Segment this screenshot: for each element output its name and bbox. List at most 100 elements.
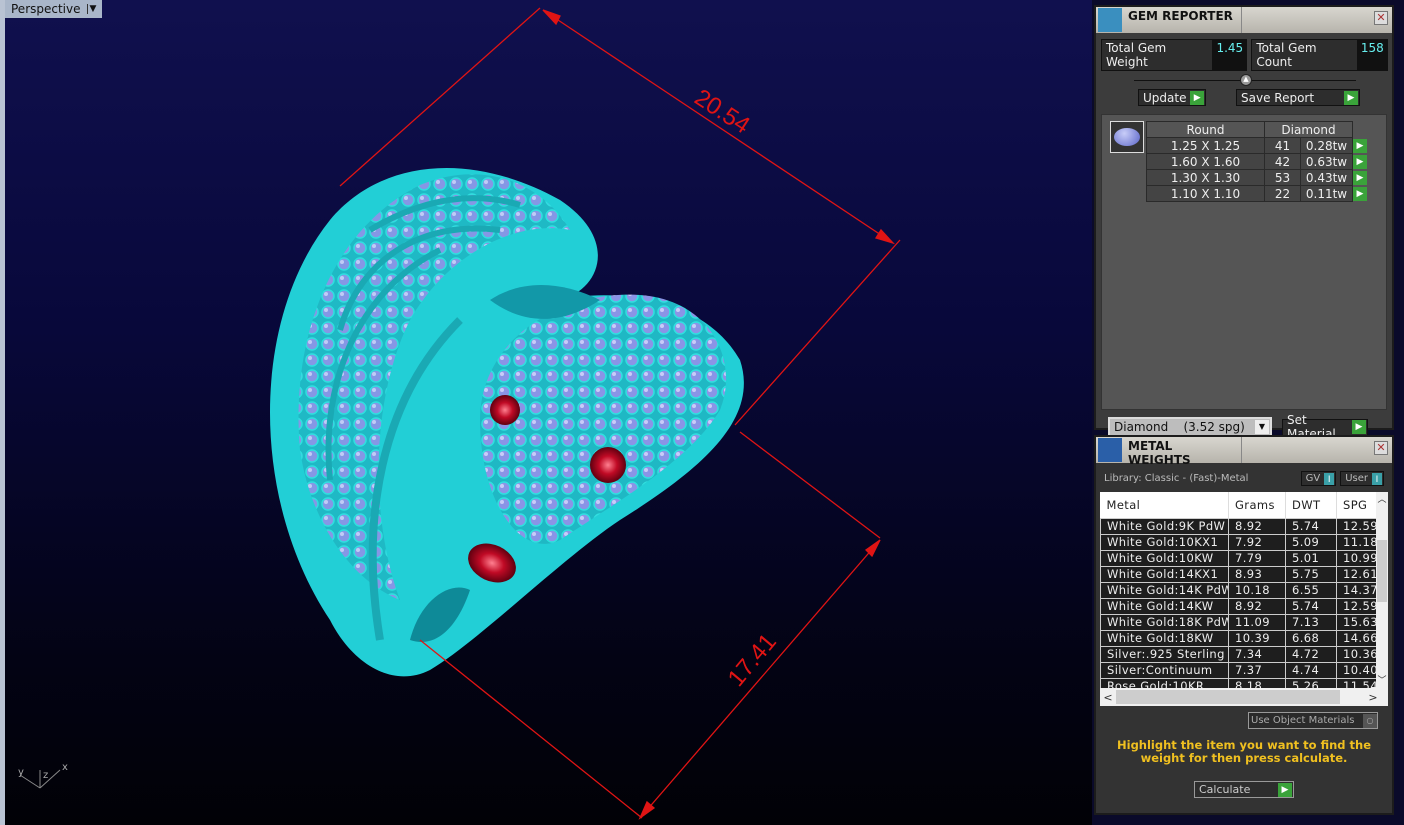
library-label: Library: Classic - (Fast)-Metal [1104, 473, 1249, 484]
play-icon: ▶ [1352, 420, 1366, 434]
dimension-label-width: 20.54 [690, 84, 755, 139]
grams: 8.92 [1228, 517, 1286, 535]
gv-toggle[interactable]: GV I [1300, 471, 1337, 486]
spg: 12.61 [1336, 565, 1377, 583]
metal-name: White Gold:10KX1 [1100, 533, 1229, 551]
extension-line [419, 639, 643, 819]
label: User [1345, 473, 1368, 484]
axis-y-label: y [18, 767, 24, 778]
size: 1.30 X 1.30 [1146, 169, 1265, 186]
metal-row[interactable]: Silver:Continuum 7.37 4.74 10.40 [1100, 661, 1377, 679]
metal-row[interactable]: White Gold:9K PdW 8.92 5.74 12.59 [1100, 517, 1377, 535]
metal-name: White Gold:9K PdW [1100, 517, 1229, 535]
scroll-right-icon[interactable]: > [1358, 691, 1388, 704]
extension-line [739, 431, 881, 539]
metal-row[interactable]: White Gold:10KX1 7.92 5.09 11.18 [1100, 533, 1377, 551]
metal-row[interactable]: White Gold:10KW 7.79 5.01 10.99 [1100, 549, 1377, 567]
total-gem-count: Total Gem Count 158 [1251, 39, 1388, 71]
column-header-metal[interactable]: Metal [1100, 492, 1229, 518]
weight: 0.28tw [1300, 137, 1353, 154]
use-object-materials-toggle[interactable]: Use Object Materials ○ [1248, 712, 1378, 729]
metal-table-container: Metal Grams DWT SPG White Gold:9K PdW 8.9… [1100, 492, 1388, 706]
gem-row[interactable]: 1.25 X 1.25 41 0.28tw ▶ [1146, 137, 1369, 154]
metal-row[interactable]: White Gold:18K PdW 11.09 7.13 15.63 [1100, 613, 1377, 631]
select-gem-button[interactable]: ▶ [1353, 186, 1367, 201]
dwt: 7.13 [1285, 613, 1337, 631]
dimension-line-width [542, 9, 894, 244]
scroll-left-icon[interactable]: < [1100, 691, 1116, 704]
chevron-down-icon[interactable]: ▼ [1255, 420, 1269, 434]
scroll-thumb[interactable] [1377, 540, 1387, 602]
metal-name: Silver:Continuum [1100, 661, 1229, 679]
collapse-divider: ▲ [1096, 73, 1392, 87]
select-gem-button[interactable]: ▶ [1353, 138, 1367, 153]
count: 41 [1264, 137, 1301, 154]
column-header-dwt[interactable]: DWT [1285, 492, 1337, 518]
scroll-up-icon[interactable]: ︿ [1376, 492, 1388, 505]
gem-list-area: Round Diamond 1.25 X 1.25 41 0.28tw ▶ 1.60 X… [1101, 114, 1387, 410]
grams: 8.92 [1228, 597, 1286, 615]
spg: 15.63 [1336, 613, 1377, 631]
calculate-button[interactable]: Calculate ▶ [1194, 781, 1294, 798]
label: Calculate [1199, 783, 1251, 796]
weight: 0.63tw [1300, 153, 1353, 170]
scroll-thumb[interactable] [1116, 690, 1340, 704]
ring-model-scene: 20.54 17.41 y z x [18, 7, 901, 820]
play-icon: ▶ [1344, 90, 1358, 105]
metal-row[interactable]: White Gold:14KW 8.92 5.74 12.59 [1100, 597, 1377, 615]
metal-name: White Gold:14KW [1100, 597, 1229, 615]
label: Save Report [1241, 90, 1315, 105]
metal-name: White Gold:14K PdW [1100, 581, 1229, 599]
dwt: 5.74 [1285, 517, 1337, 535]
grams: 7.92 [1228, 533, 1286, 551]
scroll-down-icon[interactable]: ﹀ [1376, 673, 1388, 686]
gem-row[interactable]: 1.10 X 1.10 22 0.11tw ▶ [1146, 185, 1369, 202]
vertical-scrollbar[interactable]: ︿ ﹀ [1376, 492, 1388, 688]
spg: 12.59 [1336, 517, 1377, 535]
instruction-text: Highlight the item you want to find the … [1117, 738, 1371, 765]
select-gem-button[interactable]: ▶ [1353, 170, 1367, 185]
close-icon[interactable]: ✕ [1374, 11, 1388, 25]
round-diamond-icon [1110, 121, 1144, 153]
grams: 7.37 [1228, 661, 1286, 679]
size: 1.60 X 1.60 [1146, 153, 1265, 170]
collapse-icon[interactable]: ▲ [1240, 74, 1252, 86]
gem-reporter-titlebar[interactable]: GEM REPORTER ✕ [1096, 7, 1392, 33]
dwt: 6.55 [1285, 581, 1337, 599]
gem-row[interactable]: 1.60 X 1.60 42 0.63tw ▶ [1146, 153, 1369, 170]
save-report-button[interactable]: Save Report ▶ [1236, 89, 1360, 106]
close-icon[interactable]: ✕ [1374, 441, 1388, 455]
metal-row[interactable]: White Gold:14KX1 8.93 5.75 12.61 [1100, 565, 1377, 583]
spg: 10.99 [1336, 549, 1377, 567]
update-button[interactable]: Update ▶ [1138, 89, 1206, 106]
column-header-grams[interactable]: Grams [1228, 492, 1286, 518]
ring-model[interactable] [270, 167, 744, 677]
dwt: 4.72 [1285, 645, 1337, 663]
panel-title: GEM REPORTER [1124, 7, 1242, 33]
grams: 11.09 [1228, 613, 1286, 631]
gem-row[interactable]: 1.30 X 1.30 53 0.43tw ▶ [1146, 169, 1369, 186]
metal-row[interactable]: Silver:.925 Sterling 7.34 4.72 10.36 [1100, 645, 1377, 663]
count: 42 [1264, 153, 1301, 170]
select-gem-button[interactable]: ▶ [1353, 154, 1367, 169]
gem-table: Round Diamond 1.25 X 1.25 41 0.28tw ▶ 1.60 X… [1146, 121, 1369, 202]
panel-title: METAL WEIGHTS [1124, 437, 1242, 467]
selected-value: Diamond (3.52 spg) [1114, 420, 1245, 434]
play-icon: ▶ [1190, 90, 1204, 105]
axes-gizmo: y z x [18, 762, 68, 789]
spg: 10.36 [1336, 645, 1377, 663]
axis-x-label: x [62, 762, 68, 773]
metal-row[interactable]: White Gold:14K PdW 10.18 6.55 14.37 [1100, 581, 1377, 599]
label: Total Gem Count [1256, 41, 1317, 69]
weight: 0.11tw [1300, 185, 1353, 202]
metal-name: White Gold:10KW [1100, 549, 1229, 567]
user-toggle[interactable]: User I [1340, 471, 1384, 486]
metal-row[interactable]: White Gold:18KW 10.39 6.68 14.66 [1100, 629, 1377, 647]
material-select[interactable]: Diamond (3.52 spg) ▼ [1108, 417, 1272, 437]
set-material-button[interactable]: Set Material ▶ [1282, 413, 1368, 441]
arrowhead [874, 228, 896, 245]
spg: 14.66 [1336, 629, 1377, 647]
column-header-spg[interactable]: SPG [1336, 492, 1377, 518]
metal-weights-titlebar[interactable]: METAL WEIGHTS ✕ [1096, 437, 1392, 467]
horizontal-scrollbar[interactable]: < > [1100, 688, 1388, 706]
